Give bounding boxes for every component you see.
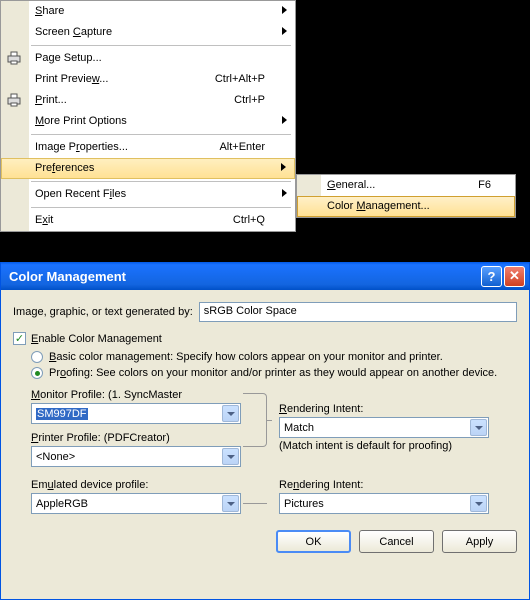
menu-image-properties[interactable]: Image Properties... Alt+Enter: [1, 137, 295, 158]
radio-icon: [31, 367, 43, 379]
printer-profile-dropdown[interactable]: <None>: [31, 446, 241, 467]
shortcut-label: F6: [478, 179, 491, 192]
menu-label: Share: [35, 5, 64, 17]
menu-preferences[interactable]: Preferences: [1, 158, 295, 179]
menu-label: Print Preview...: [35, 73, 108, 85]
menu-label: Image Properties...: [35, 141, 128, 153]
rendering-intent2-dropdown[interactable]: Pictures: [279, 493, 489, 514]
menu-label: Screen Capture: [35, 26, 112, 38]
submenu-color-management[interactable]: Color Management...: [297, 196, 515, 217]
enable-checkbox[interactable]: ✓: [13, 332, 26, 345]
dropdown-arrow-icon: [470, 419, 487, 436]
basic-radio-row[interactable]: Basic color management: Specify how colo…: [31, 351, 517, 363]
menu-label: Open Recent Files: [35, 188, 126, 200]
submenu-arrow-icon: [281, 163, 286, 171]
rendering-intent2-label: Rendering Intent:: [279, 479, 497, 491]
dropdown-arrow-icon: [222, 495, 239, 512]
menu-more-print[interactable]: More Print Options: [1, 111, 295, 132]
radio-icon: [31, 351, 43, 363]
printer-profile-label: Printer Profile: (PDFCreator): [31, 432, 249, 444]
submenu-arrow-icon: [282, 116, 287, 124]
shortcut-label: Ctrl+Q: [233, 214, 265, 227]
submenu-arrow-icon: [282, 27, 287, 35]
menu-share[interactable]: Share: [1, 1, 295, 22]
button-row: OK Cancel Apply: [1, 522, 529, 563]
menu-print[interactable]: Print... Ctrl+P: [1, 90, 295, 111]
menu-exit[interactable]: Exit Ctrl+Q: [1, 210, 295, 231]
menu-separator: [31, 181, 291, 182]
shortcut-label: Alt+Enter: [219, 141, 265, 154]
shortcut-label: Ctrl+Alt+P: [215, 73, 265, 86]
monitor-profile-label: Monitor Profile: (1. SyncMaster: [31, 389, 249, 401]
dropdown-arrow-icon: [222, 448, 239, 465]
apply-button[interactable]: Apply: [442, 530, 517, 553]
dialog-title: Color Management: [9, 269, 479, 284]
ok-button[interactable]: OK: [276, 530, 351, 553]
submenu-general[interactable]: General... F6: [297, 175, 515, 196]
file-menu: Share Screen Capture Page Setup... Print…: [0, 0, 296, 232]
printer-icon: [6, 93, 22, 107]
preferences-submenu: General... F6 Color Management...: [296, 174, 516, 218]
rendering-intent-dropdown[interactable]: Match: [279, 417, 489, 438]
basic-label: Basic color management: Specify how colo…: [49, 351, 443, 363]
menu-label: Print...: [35, 94, 67, 106]
help-button[interactable]: ?: [481, 266, 502, 287]
rendering-intent-label: Rendering Intent:: [279, 403, 497, 415]
color-management-dialog: Color Management ? ✕ Image, graphic, or …: [0, 262, 530, 600]
menu-open-recent[interactable]: Open Recent Files: [1, 184, 295, 205]
menu-separator: [31, 207, 291, 208]
emulated-profile-dropdown[interactable]: AppleRGB: [31, 493, 241, 514]
menu-print-preview[interactable]: Print Preview... Ctrl+Alt+P: [1, 69, 295, 90]
enable-label: Enable Color Management: [31, 333, 162, 345]
menu-screen-capture[interactable]: Screen Capture: [1, 22, 295, 43]
menu-label: Preferences: [35, 162, 94, 174]
menu-label: Color Management...: [327, 200, 430, 212]
printer-icon: [6, 51, 22, 65]
dropdown-arrow-icon: [222, 405, 239, 422]
menu-page-setup[interactable]: Page Setup...: [1, 48, 295, 69]
title-bar: Color Management ? ✕: [1, 262, 529, 290]
emulated-profile-label: Emulated device profile:: [31, 479, 249, 491]
proofing-label: Proofing: See colors on your monitor and…: [49, 367, 497, 379]
cancel-button[interactable]: Cancel: [359, 530, 434, 553]
generated-by-field[interactable]: sRGB Color Space: [199, 302, 517, 322]
menu-label: General...: [327, 179, 375, 191]
menu-label: More Print Options: [35, 115, 127, 127]
shortcut-label: Ctrl+P: [234, 94, 265, 107]
submenu-arrow-icon: [282, 189, 287, 197]
dialog-body: Image, graphic, or text generated by: sR…: [1, 290, 529, 522]
menu-separator: [31, 134, 291, 135]
dropdown-arrow-icon: [470, 495, 487, 512]
close-button[interactable]: ✕: [504, 266, 525, 287]
menu-label: Page Setup...: [35, 52, 102, 64]
submenu-arrow-icon: [282, 6, 287, 14]
rendering-hint: (Match intent is default for proofing): [279, 440, 497, 452]
menu-label: Exit: [35, 214, 53, 226]
monitor-profile-dropdown[interactable]: SM997DF: [31, 403, 241, 424]
menu-separator: [31, 45, 291, 46]
proofing-radio-row[interactable]: Proofing: See colors on your monitor and…: [31, 367, 517, 379]
generated-by-label: Image, graphic, or text generated by:: [13, 306, 193, 318]
bracket-connector: [243, 393, 267, 447]
